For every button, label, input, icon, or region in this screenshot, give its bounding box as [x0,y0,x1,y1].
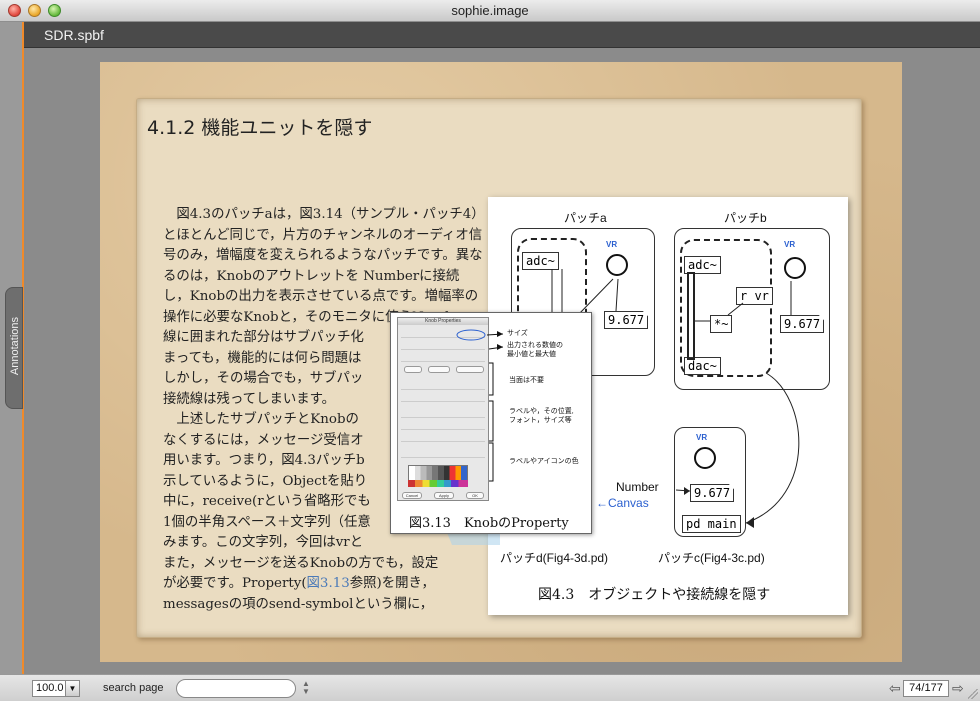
zoom-select[interactable]: 100.0 ▼ [32,680,80,697]
text-line: みます。この文字列，今回はvrと [163,535,364,550]
document-header: SDR.spbf [24,22,980,48]
figure-reference-link[interactable]: 図3.13 [307,576,350,591]
figure-3-13-caption: 図3.13 KnobのProperty [409,516,569,531]
chevron-down-icon[interactable]: ▼ [65,681,79,696]
zoom-value: 100.0 [36,682,64,694]
annotations-drawer-tab[interactable]: Annotations [5,287,23,409]
paragraph-1: 図4.3のパッチaは，図3.14（サンプル・パッチ4）とほとんど同じで，片方のチ… [163,207,483,325]
patch-d-label: パッチd(Fig4-3d.pd) [500,551,609,565]
annotation-min-max: 出力される数値の 最小値と最大値 [507,342,563,358]
text-line: messagesの項のsend-symbolという欄に， [163,596,434,612]
figure-3-13: Knob Properties Cancel Apply OK サイズ 出力され… [390,312,592,534]
search-page-input[interactable] [176,679,296,698]
page-indicator[interactable]: 74/177 [903,680,949,697]
title-bar: sophie.image [0,0,980,22]
figure-caption: 図4.3 オブジェクトや接続線を隠す [538,587,771,603]
annotation-size: サイズ [507,330,528,337]
text-line: が必要です。Property(図3.13参照)を開き， [163,574,483,595]
annotation-label: ラベルや，その位置, フォント，サイズ等 [509,408,574,424]
section-title: 4.1.2 機能ユニットを隠す [147,117,373,139]
text-line: また，メッセージを送るKnobの方でも，設定 [163,555,439,571]
annotation-colors: ラベルやアイコンの色 [509,458,579,465]
document-name: SDR.spbf [44,27,104,43]
text-segment: 参照)を開き， [349,576,435,591]
patch-c-label: パッチc(Fig4-3c.pd) [658,551,765,565]
annotations-label: Annotations [9,316,21,376]
search-page-label: search page [103,682,164,694]
previous-page-icon[interactable]: ⇦ [889,680,901,697]
search-stepper-icon[interactable]: ▲ ▼ [300,680,312,697]
text-segment: が必要です。Property( [163,576,307,591]
bottom-toolbar: 100.0 ▼ search page ▲ ▼ ⇦ 74/177 ⇨ [0,674,980,701]
next-page-icon[interactable]: ⇨ [952,680,964,697]
annotation-unneeded: 当面は不要 [509,377,544,384]
resize-grip-icon[interactable] [968,689,978,699]
window-title: sophie.image [451,3,529,18]
